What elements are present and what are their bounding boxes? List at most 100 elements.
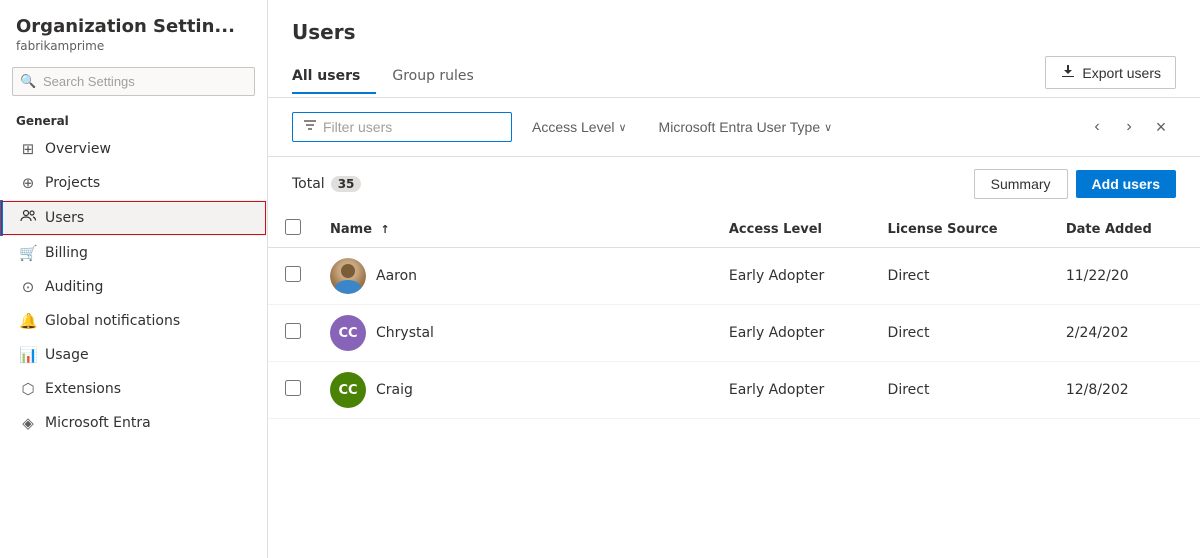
- user-name: Craig: [376, 382, 413, 398]
- sidebar-item-label: Extensions: [45, 381, 121, 397]
- total-text: Total: [292, 176, 325, 192]
- table-area: Total 35 Summary Add users Name ↑ Acc: [268, 157, 1200, 558]
- sidebar-item-extensions[interactable]: ⬡ Extensions: [0, 372, 267, 406]
- search-settings-container: 🔍: [12, 67, 255, 96]
- sidebar-item-label: Projects: [45, 175, 100, 191]
- user-cell: CC Chrystal: [330, 315, 705, 351]
- sidebar-item-usage[interactable]: 📊 Usage: [0, 338, 267, 372]
- table-header-row: Name ↑ Access Level License Source Date …: [268, 211, 1200, 248]
- tab-group-rules[interactable]: Group rules: [376, 60, 490, 94]
- access-level-chevron-icon: ∨: [618, 121, 626, 134]
- access-level-cell: Early Adopter: [717, 305, 876, 362]
- date-added-cell: 12/8/202: [1054, 362, 1200, 419]
- users-icon: [19, 208, 37, 228]
- avatar: CC: [330, 372, 366, 408]
- add-users-button[interactable]: Add users: [1076, 170, 1176, 198]
- sidebar-item-label: Overview: [45, 141, 111, 157]
- user-name: Chrystal: [376, 325, 434, 341]
- sidebar-header: Organization Settin... fabrikamprime: [0, 0, 267, 57]
- user-cell: CC Craig: [330, 372, 705, 408]
- filter-close-button[interactable]: ×: [1146, 112, 1176, 142]
- user-name: Aaron: [376, 268, 417, 284]
- sidebar-item-billing[interactable]: 🛒 Billing: [0, 236, 267, 270]
- sidebar-item-label: Usage: [45, 347, 89, 363]
- filter-users-input[interactable]: [323, 119, 483, 135]
- total-label: Total 35: [292, 176, 361, 192]
- entra-icon: ◈: [19, 414, 37, 432]
- user-type-label: Microsoft Entra User Type: [659, 119, 821, 135]
- user-type-chevron-icon: ∨: [824, 121, 832, 134]
- filter-icon: [303, 118, 317, 136]
- access-level-cell: Early Adopter: [717, 248, 876, 305]
- sidebar-item-overview[interactable]: ⊞ Overview: [0, 132, 267, 166]
- summary-button[interactable]: Summary: [974, 169, 1068, 199]
- sidebar-item-label: Users: [45, 210, 84, 226]
- users-table: Name ↑ Access Level License Source Date …: [268, 211, 1200, 419]
- sidebar-item-label: Global notifications: [45, 313, 180, 329]
- checkbox-header: [268, 211, 318, 248]
- row-checkbox[interactable]: [285, 380, 301, 396]
- sidebar-item-label: Microsoft Entra: [45, 415, 151, 431]
- sidebar-item-global-notifications[interactable]: 🔔 Global notifications: [0, 304, 267, 338]
- user-type-dropdown[interactable]: Microsoft Entra User Type ∨: [647, 113, 845, 141]
- auditing-icon: ⊙: [19, 278, 37, 296]
- row-checkbox[interactable]: [285, 266, 301, 282]
- org-title: Organization Settin...: [16, 16, 251, 37]
- sidebar-item-users[interactable]: Users: [0, 200, 267, 236]
- main-header: Users All users Group rules Export users: [268, 0, 1200, 98]
- filter-nav: ‹ › ×: [1082, 112, 1176, 142]
- access-level-dropdown[interactable]: Access Level ∨: [520, 113, 639, 141]
- sidebar-item-label: Auditing: [45, 279, 103, 295]
- page-title: Users: [292, 20, 1176, 44]
- search-icon: 🔍: [20, 74, 36, 89]
- name-header[interactable]: Name ↑: [318, 211, 717, 248]
- avatar: [330, 258, 366, 294]
- sidebar-item-projects[interactable]: ⊕ Projects: [0, 166, 267, 200]
- tab-all-users[interactable]: All users: [292, 60, 376, 94]
- date-added-cell: 2/24/202: [1054, 305, 1200, 362]
- export-icon: [1060, 63, 1076, 82]
- filter-input-wrap: [292, 112, 512, 142]
- filter-bar: Access Level ∨ Microsoft Entra User Type…: [268, 98, 1200, 157]
- date-added-header: Date Added: [1054, 211, 1200, 248]
- usage-icon: 📊: [19, 346, 37, 364]
- license-source-cell: Direct: [876, 248, 1054, 305]
- table-row: CC Chrystal Early AdopterDirect2/24/202: [268, 305, 1200, 362]
- access-level-label: Access Level: [532, 119, 614, 135]
- toolbar-actions: Summary Add users: [974, 169, 1176, 199]
- avatar: CC: [330, 315, 366, 351]
- tabs: All users Group rules: [292, 60, 490, 93]
- org-subtitle: fabrikamprime: [16, 39, 251, 53]
- export-users-label: Export users: [1082, 65, 1161, 81]
- sidebar-item-microsoft-entra[interactable]: ◈ Microsoft Entra: [0, 406, 267, 440]
- tabs-row: All users Group rules Export users: [292, 56, 1176, 97]
- access-level-header: Access Level: [717, 211, 876, 248]
- notifications-icon: 🔔: [19, 312, 37, 330]
- name-sort-icon: ↑: [381, 223, 390, 236]
- table-toolbar: Total 35 Summary Add users: [268, 157, 1200, 211]
- user-cell: Aaron: [330, 258, 705, 294]
- sidebar-item-label: Billing: [45, 245, 88, 261]
- access-level-cell: Early Adopter: [717, 362, 876, 419]
- total-count-badge: 35: [331, 176, 362, 192]
- date-added-cell: 11/22/20: [1054, 248, 1200, 305]
- sidebar-item-auditing[interactable]: ⊙ Auditing: [0, 270, 267, 304]
- table-row: CC Craig Early AdopterDirect12/8/202: [268, 362, 1200, 419]
- main-content: Users All users Group rules Export users: [268, 0, 1200, 558]
- search-settings-input[interactable]: [12, 67, 255, 96]
- sidebar: Organization Settin... fabrikamprime 🔍 G…: [0, 0, 268, 558]
- projects-icon: ⊕: [19, 174, 37, 192]
- table-row: Aaron Early AdopterDirect11/22/20: [268, 248, 1200, 305]
- filter-prev-button[interactable]: ‹: [1082, 112, 1112, 142]
- license-source-cell: Direct: [876, 362, 1054, 419]
- filter-next-button[interactable]: ›: [1114, 112, 1144, 142]
- license-source-header: License Source: [876, 211, 1054, 248]
- extensions-icon: ⬡: [19, 380, 37, 398]
- export-users-button[interactable]: Export users: [1045, 56, 1176, 89]
- row-checkbox[interactable]: [285, 323, 301, 339]
- overview-icon: ⊞: [19, 140, 37, 158]
- billing-icon: 🛒: [19, 244, 37, 262]
- license-source-cell: Direct: [876, 305, 1054, 362]
- general-section-label: General: [0, 106, 267, 132]
- select-all-checkbox[interactable]: [285, 219, 301, 235]
